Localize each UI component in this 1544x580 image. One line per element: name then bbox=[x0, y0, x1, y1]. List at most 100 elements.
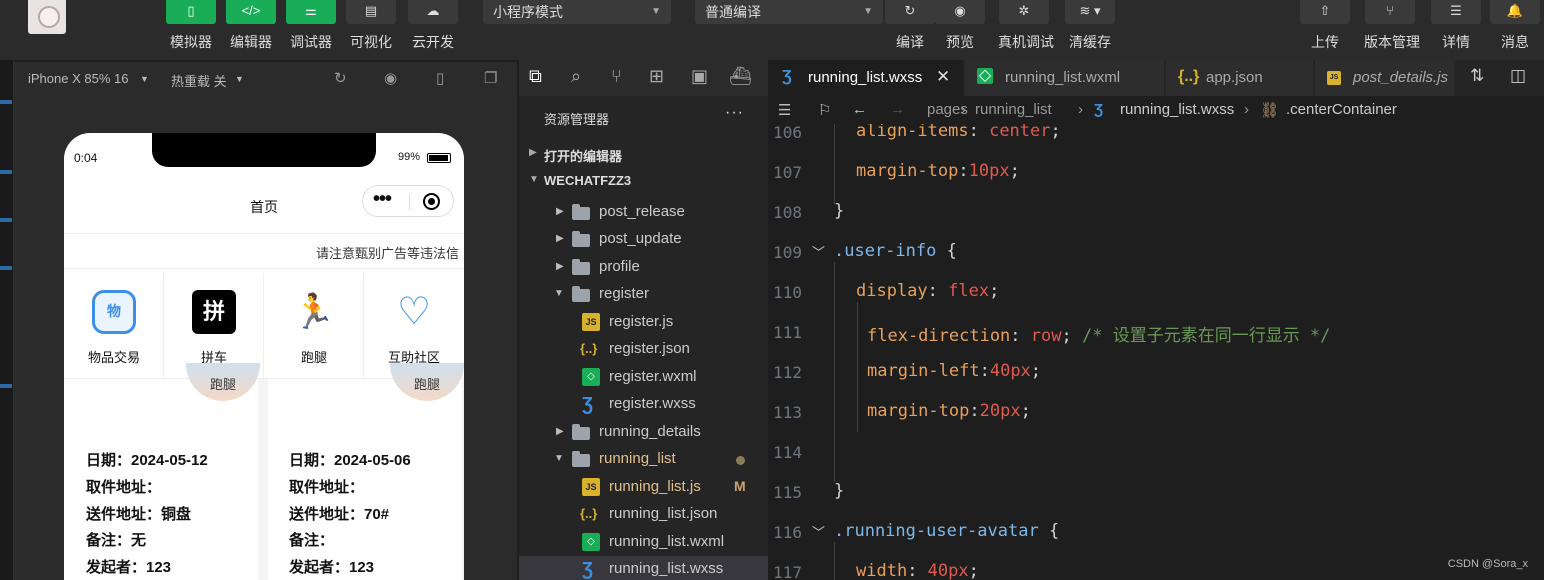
preview-label: 预览 bbox=[946, 34, 974, 50]
code-line: } bbox=[834, 481, 845, 501]
back-icon[interactable]: ← bbox=[852, 101, 867, 118]
phone-icon[interactable]: ▯ bbox=[436, 69, 444, 87]
extensions-icon[interactable]: ⊞ bbox=[649, 66, 664, 87]
code-icon: </> bbox=[226, 0, 276, 24]
split-editor-icon[interactable]: ◫ bbox=[1510, 66, 1526, 86]
fold-chevron-icon[interactable]: ﹀ bbox=[812, 242, 825, 261]
forward-icon[interactable]: → bbox=[890, 101, 905, 118]
sliders-icon: ⚌ bbox=[286, 0, 336, 24]
debugger-button[interactable]: ⚌ 调试器 bbox=[285, 0, 337, 60]
errand-card[interactable]: 跑腿 日期：2024-05-12 取件地址： 送件地址：铜盘 备注：无 发起者：… bbox=[64, 363, 260, 580]
bookmark-icon[interactable]: ⚐ bbox=[818, 101, 831, 119]
tree-item-profile[interactable]: ▶ profile bbox=[519, 254, 768, 281]
tree-item-running-list-js[interactable]: JS running_list.js M bbox=[519, 474, 768, 501]
tree-item-post-update[interactable]: ▶ post_update bbox=[519, 226, 768, 253]
tab-post-details-js[interactable]: JS post_details.js bbox=[1315, 60, 1455, 96]
chevron-down-icon: ▼ bbox=[529, 174, 539, 185]
visual-button[interactable]: ▤ 可视化 bbox=[345, 0, 397, 60]
tree-item-running-list-wxml[interactable]: ◇ running_list.wxml bbox=[519, 529, 768, 556]
docker-icon[interactable]: ⛴ bbox=[729, 66, 752, 87]
bell-icon: 🔔 bbox=[1490, 0, 1540, 24]
breadcrumb-item[interactable]: running_list bbox=[975, 101, 1052, 118]
files-icon[interactable]: ⧉ bbox=[529, 66, 542, 87]
tree-item-register-js[interactable]: JS register.js bbox=[519, 309, 768, 336]
hot-reload-select[interactable]: 热重载 关 bbox=[171, 71, 227, 90]
upload-button[interactable]: ⇧ 上传 bbox=[1299, 0, 1351, 60]
category-item-errand[interactable]: 🏃 跑腿 bbox=[264, 273, 364, 379]
tree-item-register-json[interactable]: {..} register.json bbox=[519, 336, 768, 363]
preview-button[interactable]: ◉ 预览 bbox=[934, 0, 986, 60]
line-number: 117 bbox=[773, 563, 802, 580]
version-button[interactable]: ⑂ 版本管理 bbox=[1364, 0, 1420, 60]
tree-item-running-list-wxss[interactable]: Ʒ running_list.wxss bbox=[519, 556, 768, 580]
code-line: display: flex; bbox=[856, 281, 1000, 301]
modified-dot bbox=[736, 456, 745, 465]
line-number: 110 bbox=[773, 283, 802, 302]
tab-running-list-wxss[interactable]: Ʒ running_list.wxss ✕ bbox=[770, 60, 964, 96]
errand-card[interactable]: 跑腿 日期：2024-05-06 取件地址： 送件地址：70# 备注： 发起者：… bbox=[268, 363, 464, 580]
category-item-trade[interactable]: 物 物品交易 bbox=[64, 273, 164, 379]
card-delivery: 送件地址：70# bbox=[289, 506, 390, 523]
tree-item-register[interactable]: ▼ register bbox=[519, 281, 768, 308]
tree-item-label: register.wxml bbox=[609, 368, 697, 385]
messages-button[interactable]: 🔔 消息 bbox=[1489, 0, 1541, 60]
more-icon[interactable]: ••• bbox=[373, 188, 392, 211]
compile-select[interactable]: 普通编译 ▼ bbox=[695, 0, 883, 24]
device-select[interactable]: iPhone X 85% 16 bbox=[28, 71, 128, 86]
json-file-icon: {..} bbox=[580, 506, 598, 521]
wxml-file-icon: ◇ bbox=[582, 533, 600, 551]
tree-item-label: register.json bbox=[609, 340, 690, 357]
project-section[interactable]: ▼ WECHATFZZ3 bbox=[519, 167, 768, 195]
fold-chevron-icon[interactable]: ﹀ bbox=[812, 522, 825, 541]
compile-button[interactable]: ↻ 编译 bbox=[884, 0, 936, 60]
compile-select-value: 普通编译 bbox=[705, 4, 761, 20]
section-label: 打开的编辑器 bbox=[544, 149, 623, 164]
refresh-icon[interactable]: ↻ bbox=[334, 69, 347, 87]
mode-select[interactable]: 小程序模式 ▼ bbox=[483, 0, 671, 24]
details-button[interactable]: ☰ 详情 bbox=[1430, 0, 1482, 60]
notice-text: 请注意甄别广告等违法信 bbox=[316, 246, 460, 261]
panel-icon[interactable]: ▣ bbox=[691, 66, 708, 87]
outline-icon[interactable]: ☰ bbox=[778, 101, 791, 119]
breadcrumb-item[interactable]: running_list.wxss bbox=[1120, 101, 1234, 118]
wxml-file-icon: ◇ bbox=[582, 368, 600, 386]
tab-running-list-wxml[interactable]: ◇ running_list.wxml bbox=[965, 60, 1165, 96]
tree-item-post-release[interactable]: ▶ post_release bbox=[519, 199, 768, 226]
simulator-button[interactable]: ▯ 模拟器 bbox=[165, 0, 217, 60]
line-number: 111 bbox=[773, 323, 802, 342]
user-avatar[interactable] bbox=[28, 0, 66, 34]
more-actions-icon[interactable]: ··· bbox=[725, 104, 744, 122]
code-editor[interactable]: 106 align-items: center; 107 margin-top:… bbox=[770, 124, 1544, 580]
cloud-dev-button[interactable]: ☁ 云开发 bbox=[407, 0, 459, 60]
search-icon[interactable]: ⌕ bbox=[571, 66, 581, 87]
code-line: } bbox=[834, 201, 845, 221]
editor-button[interactable]: </> 编辑器 bbox=[225, 0, 277, 60]
cloud-dev-label: 云开发 bbox=[412, 34, 454, 50]
capsule-menu[interactable]: ••• bbox=[362, 185, 454, 217]
tab-app-json[interactable]: {..} app.json bbox=[1166, 60, 1314, 96]
tree-item-running-list-json[interactable]: {..} running_list.json bbox=[519, 501, 768, 528]
card-note: 备注：无 bbox=[86, 532, 147, 549]
json-file-icon: {..} bbox=[1178, 68, 1200, 85]
breadcrumb-item[interactable]: .centerContainer bbox=[1286, 101, 1397, 118]
compile-label: 编译 bbox=[896, 34, 924, 50]
close-mini-program-icon[interactable] bbox=[423, 193, 440, 210]
goods-icon: 物 bbox=[92, 290, 136, 334]
remote-debug-button[interactable]: ✲ 真机调试 bbox=[998, 0, 1054, 60]
tree-item-running-details[interactable]: ▶ running_details bbox=[519, 419, 768, 446]
code-line: align-items: center; bbox=[856, 124, 1061, 141]
code-line: margin-left:40px; bbox=[867, 361, 1042, 381]
open-editors-section[interactable]: ▶ 打开的编辑器 bbox=[519, 140, 768, 168]
mode-select-value: 小程序模式 bbox=[493, 4, 563, 20]
refresh-icon: ↻ bbox=[885, 0, 935, 24]
compare-changes-icon[interactable]: ⇅ bbox=[1470, 66, 1484, 86]
layout-icon: ▤ bbox=[346, 0, 396, 24]
clear-cache-button[interactable]: ≋ ▾ 清缓存 bbox=[1064, 0, 1116, 60]
tree-item-running-list[interactable]: ▼ running_list bbox=[519, 446, 768, 473]
close-icon[interactable]: ✕ bbox=[936, 67, 950, 87]
tree-item-register-wxss[interactable]: Ʒ register.wxss bbox=[519, 391, 768, 418]
tree-item-register-wxml[interactable]: ◇ register.wxml bbox=[519, 364, 768, 391]
stop-icon[interactable]: ◉ bbox=[384, 69, 397, 87]
source-control-icon[interactable]: ⑂ bbox=[611, 66, 622, 87]
popout-icon[interactable]: ❐ bbox=[484, 69, 497, 87]
